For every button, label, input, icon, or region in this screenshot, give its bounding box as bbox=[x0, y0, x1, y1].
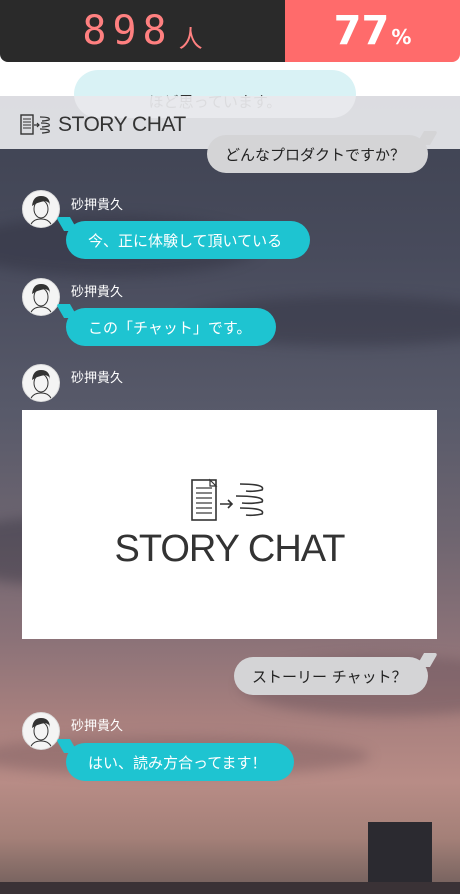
message-text: どんなプロダクトですか？ bbox=[225, 145, 406, 164]
person-avatar-icon bbox=[29, 370, 53, 401]
avatar bbox=[22, 190, 60, 228]
user-message-bubble: ストーリー チャット？ bbox=[234, 657, 428, 695]
bot-message-bubble: この「チャット」です。 bbox=[66, 308, 276, 346]
message-text: はい、読み方合ってます！ bbox=[88, 753, 267, 772]
app-logo-text: STORY CHAT bbox=[58, 113, 186, 136]
avatar bbox=[22, 712, 60, 750]
image-logo-text: STORY CHAT bbox=[114, 528, 345, 570]
sender-name: 砂押貴久 bbox=[71, 719, 124, 734]
person-avatar-icon bbox=[29, 284, 53, 315]
progress-percent-unit: % bbox=[391, 25, 412, 49]
sender-name: 砂押貴久 bbox=[71, 285, 124, 300]
message-text: この「チャット」です。 bbox=[88, 318, 252, 337]
message-text: 今、正に体験して頂いている bbox=[88, 231, 283, 250]
participant-count-value: 898 bbox=[82, 8, 173, 54]
story-chat-logo-icon bbox=[190, 478, 263, 521]
participant-count: 898 人 bbox=[0, 0, 285, 62]
stats-bar: 898 人 77 % bbox=[0, 0, 460, 62]
progress-percent-value: 77 bbox=[333, 8, 390, 54]
story-chat-logo-icon bbox=[20, 114, 50, 135]
avatar bbox=[22, 364, 60, 402]
app-logo[interactable]: STORY CHAT bbox=[20, 113, 186, 137]
bot-message-bubble: はい、読み方合ってます！ bbox=[66, 743, 294, 781]
bot-message-bubble: 今、正に体験して頂いている bbox=[66, 221, 310, 259]
message-text: ストーリー チャット？ bbox=[252, 667, 407, 686]
avatar bbox=[22, 278, 60, 316]
skyline-silhouette bbox=[0, 882, 460, 894]
person-avatar-icon bbox=[29, 196, 53, 227]
image-message-card[interactable]: STORY CHAT bbox=[22, 410, 437, 639]
progress-percent: 77 % bbox=[285, 0, 460, 62]
person-avatar-icon bbox=[29, 718, 53, 749]
sender-name: 砂押貴久 bbox=[71, 198, 124, 213]
participant-count-unit: 人 bbox=[178, 24, 203, 53]
sender-name: 砂押貴久 bbox=[71, 371, 124, 386]
user-message-bubble: どんなプロダクトですか？ bbox=[207, 135, 428, 173]
